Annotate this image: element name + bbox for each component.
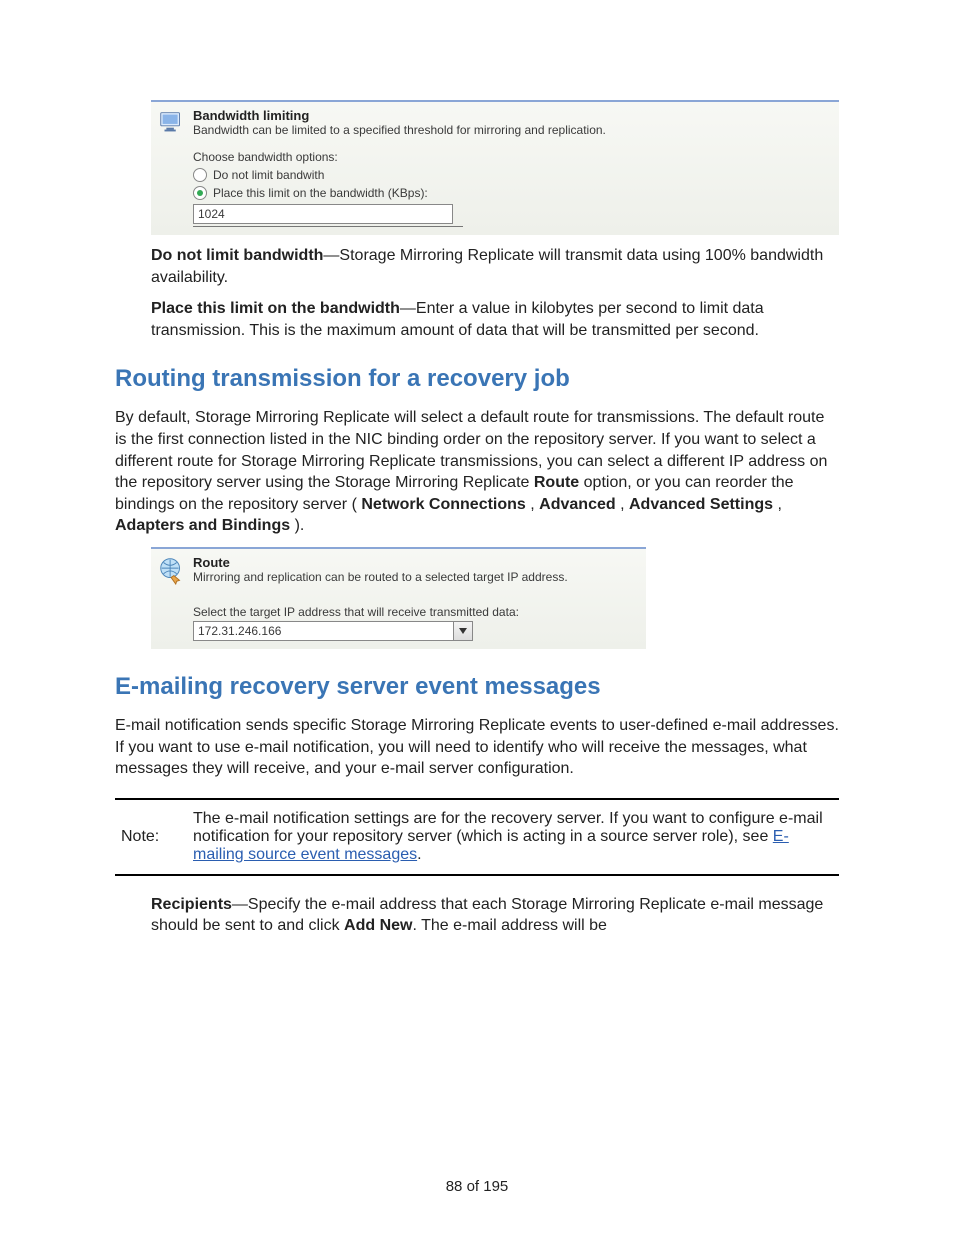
radio-limit[interactable]: Place this limit on the bandwidth (KBps)… [193, 186, 829, 200]
bandwidth-input[interactable]: 1024 [193, 204, 453, 224]
chevron-down-icon[interactable] [454, 621, 473, 641]
text-run: ). [295, 517, 305, 534]
route-panel: Route Mirroring and replication can be r… [151, 547, 646, 649]
text-run: . The e-mail address will be [412, 917, 606, 934]
routing-paragraph: By default, Storage Mirroring Replicate … [115, 407, 839, 537]
ip-combo[interactable]: 172.31.246.166 [193, 621, 473, 641]
radio-label: Do not limit bandwith [213, 168, 324, 182]
page-number: 88 of 195 [0, 1178, 954, 1195]
heading-email: E-mailing recovery server event messages [115, 673, 839, 701]
panel-desc: Bandwidth can be limited to a specified … [193, 123, 606, 137]
paragraph: Do not limit bandwidth—Storage Mirroring… [151, 245, 839, 288]
radio-no-limit[interactable]: Do not limit bandwith [193, 168, 829, 182]
panel-title: Bandwidth limiting [193, 108, 309, 123]
term: Add New [344, 917, 412, 934]
text-run: , [530, 496, 539, 513]
term: Place this limit on the bandwidth [151, 300, 400, 317]
term: Do not limit bandwidth [151, 247, 323, 264]
heading-routing: Routing transmission for a recovery job [115, 365, 839, 393]
paragraph: Place this limit on the bandwidth—Enter … [151, 298, 839, 341]
text-run: , [777, 496, 781, 513]
note-label: Note: [115, 799, 187, 875]
radio-icon [193, 168, 207, 182]
recipients-paragraph: Recipients—Specify the e-mail address th… [151, 894, 839, 937]
panel-title: Route [193, 555, 230, 570]
text-run: . [417, 846, 421, 863]
choose-label: Choose bandwidth options: [193, 150, 829, 164]
radio-icon [193, 186, 207, 200]
text-run: , [620, 496, 629, 513]
radio-label: Place this limit on the bandwidth (KBps)… [213, 186, 428, 200]
note-text: The e-mail notification settings are for… [187, 799, 839, 875]
text-run: The e-mail notification settings are for… [193, 810, 823, 845]
bandwidth-panel: Bandwidth limiting Bandwidth can be limi… [151, 100, 839, 235]
text-run: Advanced Settings [629, 496, 773, 513]
ip-value: 172.31.246.166 [193, 621, 454, 641]
text-run: Route [534, 474, 579, 491]
note-box: Note: The e-mail notification settings a… [115, 798, 839, 876]
text-run: Network Connections [361, 496, 525, 513]
globe-icon [157, 555, 187, 585]
panel-desc: Mirroring and replication can be routed … [193, 570, 568, 584]
term: Recipients [151, 896, 232, 913]
monitor-icon [157, 108, 187, 138]
text-run: Adapters and Bindings [115, 517, 290, 534]
email-paragraph: E-mail notification sends specific Stora… [115, 715, 839, 780]
select-label: Select the target IP address that will r… [193, 605, 636, 619]
text-run: Advanced [539, 496, 615, 513]
